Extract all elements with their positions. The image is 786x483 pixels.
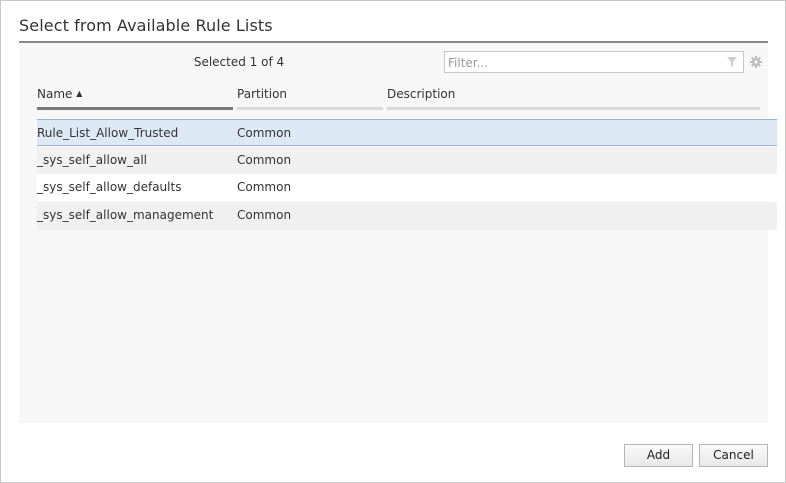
gear-icon[interactable] bbox=[750, 56, 762, 68]
column-header-name-label: Name bbox=[37, 87, 73, 101]
column-header-name-underline bbox=[37, 107, 233, 110]
table-row[interactable]: _sys_self_allow_management Common bbox=[37, 202, 777, 230]
filter-funnel-icon[interactable] bbox=[727, 57, 737, 67]
column-header-description-underline bbox=[387, 107, 760, 110]
rule-list-panel: Selected 1 of 4 Name ▲ Partition Descrip… bbox=[19, 43, 777, 423]
row-partition: Common bbox=[237, 126, 292, 140]
column-header-name[interactable]: Name ▲ bbox=[37, 87, 82, 101]
table-row[interactable]: Rule_List_Allow_Trusted Common bbox=[37, 119, 777, 146]
sort-ascending-icon: ▲ bbox=[76, 89, 83, 98]
row-name: _sys_self_allow_management bbox=[37, 208, 214, 222]
row-partition: Common bbox=[237, 208, 292, 222]
column-header-partition[interactable]: Partition bbox=[237, 87, 287, 101]
row-name: _sys_self_allow_all bbox=[37, 153, 147, 167]
filter-input[interactable] bbox=[445, 53, 718, 73]
row-partition: Common bbox=[237, 153, 292, 167]
selection-count: Selected 1 of 4 bbox=[193, 55, 285, 69]
column-header-partition-underline bbox=[237, 107, 383, 110]
filter-field[interactable] bbox=[444, 51, 744, 73]
column-header-description[interactable]: Description bbox=[387, 87, 455, 101]
row-name: _sys_self_allow_defaults bbox=[37, 180, 182, 194]
table-row[interactable]: _sys_self_allow_defaults Common bbox=[37, 174, 777, 201]
dialog-title: Select from Available Rule Lists bbox=[19, 16, 273, 35]
row-name: Rule_List_Allow_Trusted bbox=[37, 126, 179, 140]
cancel-button[interactable]: Cancel bbox=[699, 444, 768, 467]
table-row[interactable]: _sys_self_allow_all Common bbox=[37, 147, 777, 174]
select-rule-lists-dialog: Select from Available Rule Lists Selecte… bbox=[0, 0, 786, 483]
add-button[interactable]: Add bbox=[624, 444, 693, 467]
row-partition: Common bbox=[237, 180, 292, 194]
